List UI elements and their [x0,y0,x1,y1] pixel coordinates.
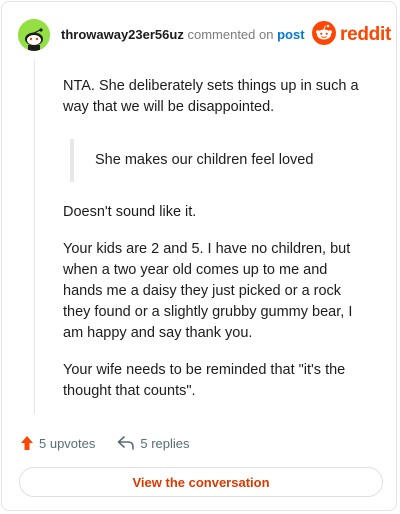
blockquote: She makes our children feel loved [70,139,363,182]
reply-count: 5 replies [140,435,190,451]
quote-text: She makes our children feel loved [95,152,314,168]
comment-paragraph: NTA. She deliberately sets things up in … [63,78,359,115]
comment-paragraph: Your wife needs to be reminded that "it'… [63,362,346,399]
post-link[interactable]: post [277,27,304,42]
comment-footer: 5 upvotes 5 replies [20,433,190,453]
action-text: commented on [187,27,274,42]
snoo-avatar-icon[interactable] [18,19,50,51]
reply-arrow-icon [118,436,135,450]
reddit-logo[interactable]: reddit [312,20,391,50]
thread-line [34,60,35,414]
comment-meta: throwaway23er56uz commented on post [61,27,305,42]
upvote-arrow-icon [21,436,33,450]
replies[interactable]: 5 replies [117,435,190,451]
username-link[interactable]: throwaway23er56uz [61,27,184,42]
upvote-count: 5 upvotes [39,435,96,451]
comment-paragraph: Your kids are 2 and 5. I have no childre… [63,241,353,341]
upvotes[interactable]: 5 upvotes [20,435,95,451]
comment-paragraph: Doesn't sound like it. [63,204,197,220]
view-conversation-button[interactable]: View the conversation [19,467,383,497]
comment-body: NTA. She deliberately sets things up in … [63,76,363,402]
comment-header: throwaway23er56uz commented on post redd [2,2,398,66]
comment-card: throwaway23er56uz commented on post redd [1,1,397,511]
reddit-logo-icon [312,20,336,50]
reddit-wordmark: reddit [340,24,391,45]
